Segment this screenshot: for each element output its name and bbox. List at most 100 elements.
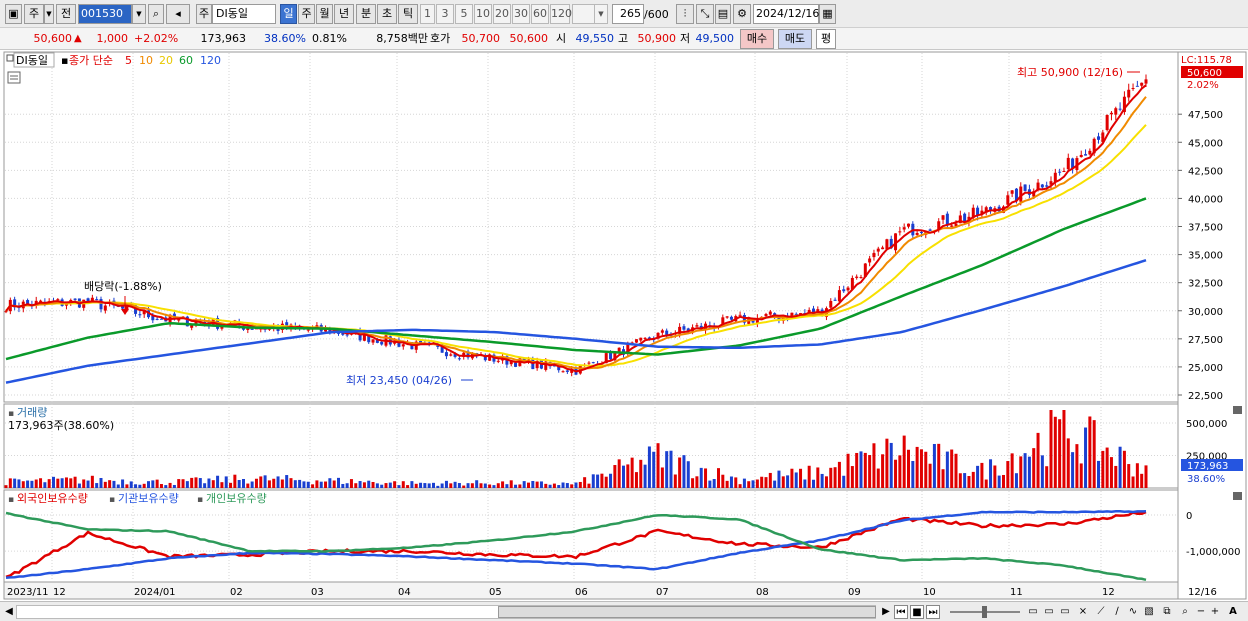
volume-bar [82,479,86,488]
candle-body [738,314,742,316]
period-second[interactable]: 초 [377,4,397,24]
volume-bar [56,478,60,488]
period-minute[interactable]: 분 [356,4,376,24]
candle-icon[interactable]: ⫶ [676,4,694,24]
candle-body [842,289,846,292]
volume-bar [1053,416,1057,488]
candle-body [829,300,833,308]
volume-bar [807,465,811,488]
volume-bar [1114,465,1118,488]
interval-1[interactable]: 1 [420,4,435,24]
draw-icon[interactable]: ⤡ [696,4,714,24]
line-icon[interactable]: ∕ [1110,605,1124,619]
volume-panel-frame [3,403,1179,489]
period-month[interactable]: 월 [316,4,333,24]
volume-bar [548,484,552,488]
code-chevron-down-icon[interactable]: ▼ [132,4,146,24]
market-select[interactable]: 주 [24,4,44,24]
volume-bar [414,483,418,488]
chart-svg[interactable]: 2023/11 12 2024/01 02 03 04 05 06 07 08 09 10 11 12 12… [0,50,1248,601]
scroll-end-icon[interactable]: ⏭ [926,605,940,619]
period-day[interactable]: 일 [280,4,297,24]
x-tick-label-2: 2024/01 [134,587,176,598]
volume-bar [686,461,690,488]
volume-bar [634,472,638,488]
interval-chevron-down-icon[interactable]: ▼ [594,4,608,24]
stop-icon[interactable]: ■ [910,605,924,619]
interval-30[interactable]: 30 [512,4,530,24]
scroll-start-icon[interactable]: ⏮ [894,605,908,619]
volume-bar [924,451,928,488]
trend-icon[interactable]: ⟋ [1094,605,1108,619]
count-input[interactable]: 265 [612,4,644,24]
volume-bar [52,476,55,488]
zoom-search-icon[interactable]: ⌕ [1178,605,1192,619]
zoom-in-icon[interactable]: + [1210,605,1220,619]
volume-bar [1135,463,1139,488]
candle-body [345,334,349,336]
scroll-right-icon[interactable]: ▶ [880,605,892,619]
layout-icon-2[interactable]: ▭ [1042,605,1056,619]
volume-bar [565,483,569,488]
candle-body [768,311,772,315]
image-icon[interactable]: ▧ [1142,605,1156,619]
interval-10[interactable]: 10 [474,4,492,24]
volume-bar [941,469,945,488]
volume-bar [578,481,582,488]
x-tick-label-9: 08 [756,587,769,598]
buy-button[interactable]: 매수 [740,29,774,49]
volume-bar [829,467,833,488]
candle-body [634,339,638,343]
sell-button[interactable]: 매도 [778,29,812,49]
volume-bar [518,484,522,488]
volume-bar [1092,420,1096,488]
candle-body [1114,108,1118,115]
zoom-out-icon[interactable]: − [1196,605,1206,619]
candle-body [1040,184,1044,188]
period-tick[interactable]: 틱 [398,4,418,24]
date-input[interactable]: 2024/12/16 [753,4,819,24]
wave-icon[interactable]: ∿ [1126,605,1140,619]
ask-price: 50,700 [461,32,501,45]
layout-icon-1[interactable]: ▭ [1026,605,1040,619]
sound-icon[interactable]: ◂ [166,4,190,24]
volume-bar [250,481,254,488]
interval-5[interactable]: 5 [455,4,473,24]
prev-button[interactable]: 전 [56,4,76,24]
period-year[interactable]: 년 [334,4,354,24]
high-price: 50,900 [637,32,677,45]
volume-bar [457,483,461,488]
zoom-slider-handle[interactable] [982,606,987,618]
volume-bar [937,443,941,488]
scrollbar-thumb[interactable] [498,606,876,618]
volume-bar [1002,474,1005,488]
copy-icon[interactable]: ⧉ [1160,605,1174,619]
crosshair-icon[interactable]: ⨯ [1076,605,1090,619]
candle-body [1135,85,1139,87]
chart-area[interactable]: 2023/11 12 2024/01 02 03 04 05 06 07 08 09 10 11 12 12… [0,50,1248,601]
avg-button[interactable]: 평 [816,29,836,49]
layout-icon-3[interactable]: ▭ [1058,605,1072,619]
search-icon[interactable]: ⌕ [148,4,164,24]
volume-bar [583,477,587,488]
interval-60[interactable]: 60 [531,4,549,24]
window-menu-icon[interactable]: ▣ [5,4,22,24]
gear-icon[interactable]: ⚙ [733,4,751,24]
scroll-left-icon[interactable]: ◀ [4,605,14,619]
interval-20[interactable]: 20 [493,4,511,24]
text-tool-icon[interactable]: A [1226,605,1240,619]
holdings-panel-close-icon[interactable] [1233,492,1242,500]
code-input[interactable]: 001530 [78,4,132,24]
volume-bar [850,466,854,488]
volume-bar [216,475,220,488]
save-icon[interactable]: ▤ [715,4,731,24]
market-chevron-down-icon[interactable]: ▼ [44,4,54,24]
volume-panel-close-icon[interactable] [1233,406,1242,414]
period-week[interactable]: 주 [298,4,315,24]
candle-body [725,316,729,318]
table-toggle-icon[interactable] [7,71,21,84]
calendar-icon[interactable]: ▦ [819,4,836,24]
candle-body [1084,154,1088,156]
interval-3[interactable]: 3 [436,4,454,24]
interval-120[interactable]: 120 [550,4,572,24]
